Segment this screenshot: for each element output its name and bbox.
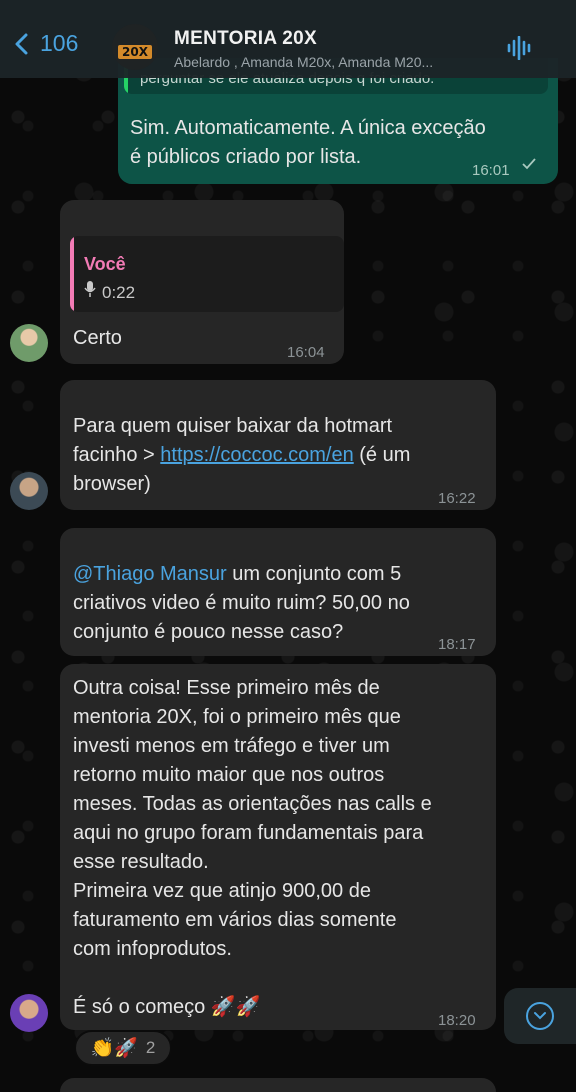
quote-accent-bar xyxy=(70,236,74,312)
next-message-preview xyxy=(60,1078,496,1092)
message-link[interactable]: https://coccoc.com/en xyxy=(160,444,353,466)
message-reactions[interactable]: 👏🚀 2 xyxy=(74,1030,172,1066)
message-incoming[interactable]: Outra coisa! Esse primeiro mês de mentor… xyxy=(60,664,496,1030)
chevron-down-icon xyxy=(526,1002,554,1030)
message-text: Outra coisa! Esse primeiro mês de mentor… xyxy=(73,677,432,1018)
chat-participants[interactable]: Abelardo , Amanda M20x, Amanda M20... xyxy=(174,54,494,70)
group-avatar-badge: 20X xyxy=(118,45,152,59)
sender-avatar[interactable] xyxy=(10,472,48,510)
chat-header: 106 20X MENTORIA 20X Abelardo , Amanda M… xyxy=(0,0,576,78)
voice-duration: 0:22 xyxy=(102,283,136,302)
reaction-count: 2 xyxy=(145,1038,156,1057)
chat-title[interactable]: MENTORIA 20X xyxy=(174,28,317,50)
message-incoming[interactable]: @Thiago Mansur um conjunto com 5 criativ… xyxy=(60,528,496,656)
sender-avatar[interactable] xyxy=(10,324,48,362)
message-time: 18:20 xyxy=(438,1012,476,1029)
message-time: 16:04 xyxy=(287,344,325,361)
message-text: @Thiago Mansur um conjunto com 5 criativ… xyxy=(73,560,489,647)
message-incoming[interactable]: Para quem quiser baixar da hotmart facin… xyxy=(60,380,496,510)
chevron-left-icon xyxy=(15,33,28,54)
message-time: 16:22 xyxy=(438,490,476,507)
quoted-voice-message[interactable]: Você 0:22 xyxy=(70,236,344,312)
read-check-icon xyxy=(522,158,536,170)
user-mention[interactable]: @Thiago Mansur xyxy=(73,563,227,585)
message-text: Certo xyxy=(73,327,122,349)
quote-author: Você xyxy=(84,254,126,274)
message-incoming[interactable]: Você 0:22 Certo 16:04 xyxy=(60,200,344,364)
reaction-emojis: 👏🚀 xyxy=(90,1038,138,1059)
scroll-to-bottom-button[interactable] xyxy=(504,988,576,1044)
message-text: Para quem quiser baixar da hotmart facin… xyxy=(73,412,489,499)
voice-chat-icon[interactable] xyxy=(506,36,534,60)
sender-avatar[interactable] xyxy=(10,994,48,1032)
message-time: 18:17 xyxy=(438,636,476,653)
group-avatar[interactable]: 20X xyxy=(112,24,158,70)
microphone-icon xyxy=(84,281,96,297)
message-time: 16:01 xyxy=(472,162,510,179)
back-button[interactable]: 106 xyxy=(14,30,78,57)
unread-count: 106 xyxy=(40,30,79,56)
